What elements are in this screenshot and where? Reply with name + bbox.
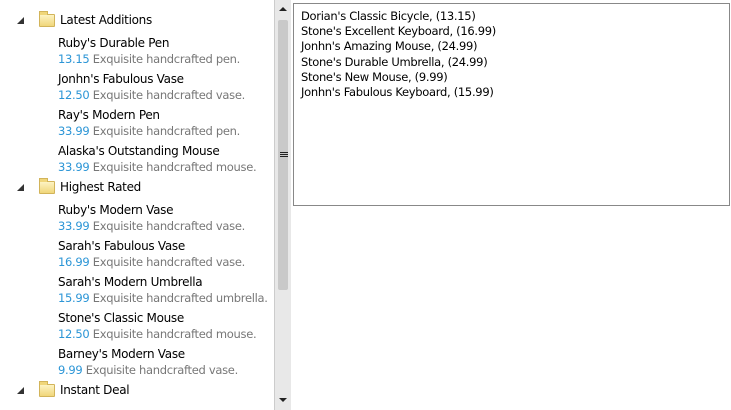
tree-group[interactable]: Instant Deal [0,381,274,402]
item-price: 12.50 [58,327,90,341]
item-description: Exquisite handcrafted mouse. [92,327,257,341]
item-price: 33.99 [58,124,90,138]
grip-icon [280,154,288,155]
item-name: Stone's Classic Mouse [58,311,184,325]
item-name: Ruby's Durable Pen [58,36,170,50]
list-item[interactable]: Stone's New Mouse, (9.99) [301,70,722,85]
tree-item[interactable]: Alaska's Outstanding Mouse 33.99 Exquisit… [58,143,274,175]
item-name: Ray's Modern Pen [58,108,160,122]
item-price: 9.99 [58,363,83,377]
item-description: Exquisite handcrafted vase. [92,219,245,233]
tree-group[interactable]: Latest Additions [0,11,274,32]
folder-icon [39,178,55,194]
tree-item[interactable]: Ray's Modern Pen 33.99 Exquisite handcraf… [58,107,274,139]
scroll-thumb[interactable] [278,20,288,290]
folder-icon [39,381,55,397]
item-name: Jonhn's Fabulous Vase [58,72,184,86]
scroll-down-icon[interactable] [279,398,287,402]
grip-icon [280,152,288,153]
tree-item[interactable]: Ruby's Modern Vase 33.99 Exquisite handcr… [58,202,274,234]
list-item[interactable]: Stone's Durable Umbrella, (24.99) [301,55,722,70]
item-name: Sarah's Modern Umbrella [58,275,203,289]
tree-scrollbar[interactable] [274,0,291,410]
list-item[interactable]: Stone's Excellent Keyboard, (16.99) [301,24,722,39]
tree-item[interactable]: Sarah's Modern Umbrella 15.99 Exquisite h… [58,274,274,306]
list-item[interactable]: Jonhn's Amazing Mouse, (24.99) [301,39,722,54]
item-name: Ruby's Modern Vase [58,203,174,217]
list-item[interactable]: Jonhn's Fabulous Keyboard, (15.99) [301,85,722,100]
item-price: 12.50 [58,88,90,102]
item-price: 33.99 [58,219,90,233]
item-price: 33.99 [58,160,90,174]
list-item[interactable]: Dorian's Classic Bicycle, (13.15) [301,9,722,24]
tree-item[interactable]: Barney's Modern Vase 9.99 Exquisite handc… [58,346,274,378]
item-name: Barney's Modern Vase [58,347,185,361]
expander-icon[interactable] [17,184,24,191]
item-name: Sarah's Fabulous Vase [58,239,185,253]
tree-item[interactable]: Stone's Classic Mouse 12.50 Exquisite han… [58,310,274,342]
tree-item[interactable]: Sarah's Fabulous Vase 16.99 Exquisite han… [58,238,274,270]
item-price: 13.15 [58,52,90,66]
selected-products-list[interactable]: Dorian's Classic Bicycle, (13.15) Stone's… [293,3,730,206]
scroll-up-icon[interactable] [279,7,287,11]
item-price: 15.99 [58,291,90,305]
expander-icon[interactable] [17,17,24,24]
item-description: Exquisite handcrafted vase. [92,255,245,269]
item-description: Exquisite handcrafted vase. [85,363,238,377]
grip-icon [280,156,288,157]
product-tree: Latest Additions Ruby's Durable Pen 13.15 … [0,0,274,410]
item-price: 16.99 [58,255,90,269]
item-description: Exquisite handcrafted vase. [92,88,245,102]
tree-item[interactable]: Jonhn's Fabulous Vase 12.50 Exquisite han… [58,71,274,103]
group-title: Latest Additions [60,13,152,27]
group-title: Highest Rated [60,180,141,194]
tree-item[interactable]: Ruby's Durable Pen 13.15 Exquisite handcr… [58,35,274,67]
item-description: Exquisite handcrafted pen. [92,124,241,138]
item-name: Alaska's Outstanding Mouse [58,144,220,158]
item-description: Exquisite handcrafted umbrella. [92,291,268,305]
tree-group[interactable]: Highest Rated [0,178,274,199]
expander-icon[interactable] [17,387,24,394]
item-description: Exquisite handcrafted mouse. [92,160,257,174]
item-description: Exquisite handcrafted pen. [92,52,241,66]
group-title: Instant Deal [60,383,130,397]
folder-icon [39,11,55,27]
